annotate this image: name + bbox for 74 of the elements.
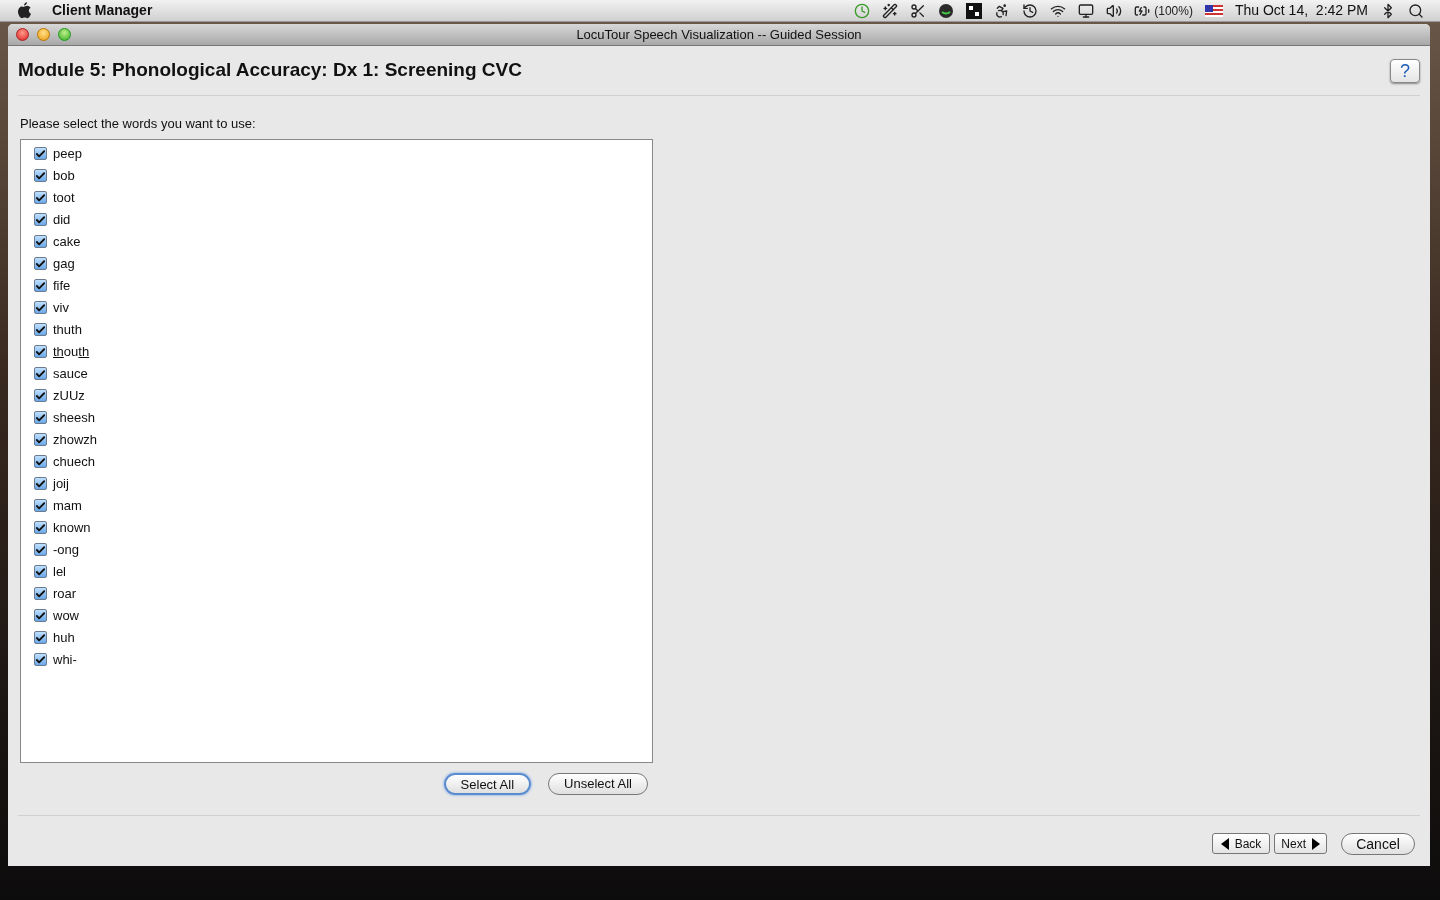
word-checkbox[interactable] <box>34 345 47 358</box>
word-label: thouth <box>53 342 90 361</box>
word-checkbox[interactable] <box>34 455 47 468</box>
battery-percent: (100%) <box>1154 2 1193 20</box>
word-checkbox[interactable] <box>34 477 47 490</box>
word-label: sauce <box>53 364 88 383</box>
word-label: huh <box>53 628 75 647</box>
instruction-text: Please select the words you want to use: <box>20 115 257 133</box>
word-label: zUUz <box>53 386 85 405</box>
word-checkbox[interactable] <box>34 367 47 380</box>
word-label: roar <box>53 584 77 603</box>
display-icon[interactable] <box>1078 2 1095 19</box>
word-label: did <box>53 210 71 229</box>
word-label: joij <box>53 474 69 493</box>
word-checkbox[interactable] <box>34 279 47 292</box>
wand-icon[interactable] <box>882 2 899 19</box>
word-label: bob <box>53 166 75 185</box>
word-checkbox[interactable] <box>34 213 47 226</box>
word-checkbox[interactable] <box>34 521 47 534</box>
list-button[interactable]: Unselect All <box>548 772 648 795</box>
volume-icon[interactable] <box>1106 2 1123 19</box>
window-title: LocuTour Speech Visualization -- Guided Session <box>576 25 862 44</box>
word-checkbox[interactable] <box>34 543 47 556</box>
word-label: cake <box>53 232 81 251</box>
word-checkbox[interactable] <box>34 653 47 666</box>
help-button[interactable]: ? <box>1390 58 1420 83</box>
word-checkbox[interactable] <box>34 257 47 270</box>
module-heading: Module 5: Phonological Accuracy: Dx 1: Screening CVC <box>18 58 522 83</box>
word-label: -ong <box>53 540 80 559</box>
word-checkbox[interactable] <box>34 191 47 204</box>
word-checkbox[interactable] <box>34 301 47 314</box>
history-icon[interactable] <box>1022 2 1039 19</box>
left-triangle-icon <box>1220 837 1229 850</box>
word-checkbox[interactable] <box>34 609 47 622</box>
close-button[interactable] <box>16 28 29 41</box>
word-label: known <box>53 518 91 537</box>
word-label: lel <box>53 562 66 581</box>
word-label: chuech <box>53 452 95 471</box>
clock-icon[interactable] <box>854 2 871 19</box>
app-menu[interactable]: Client Manager <box>52 0 153 21</box>
status-orb-icon[interactable] <box>938 2 955 19</box>
apple-icon[interactable] <box>16 1 32 20</box>
word-label: gag <box>53 254 75 273</box>
word-checkbox[interactable] <box>34 169 47 182</box>
word-checkbox[interactable] <box>34 631 47 644</box>
word-checkbox[interactable] <box>34 411 47 424</box>
word-label: zhowzh <box>53 430 98 449</box>
word-label: peep <box>53 144 82 163</box>
spaces-icon[interactable] <box>966 2 983 19</box>
cancel-button[interactable]: Cancel <box>1341 832 1415 855</box>
word-label: toot <box>53 188 75 207</box>
right-triangle-icon <box>1312 837 1320 850</box>
word-label: fife <box>53 276 71 295</box>
flag-icon[interactable] <box>1204 4 1223 17</box>
menu-clock[interactable]: Thu Oct 14, 2:42 PM <box>1234 0 1368 21</box>
scissors-icon[interactable] <box>910 2 927 19</box>
word-checkbox[interactable] <box>34 323 47 336</box>
search-icon[interactable] <box>1408 2 1424 19</box>
next-button[interactable]: Next <box>1274 833 1327 854</box>
back-button[interactable]: Back <box>1211 833 1271 854</box>
word-label: mam <box>53 496 82 515</box>
word-label: wow <box>53 606 79 625</box>
word-checkbox[interactable] <box>34 587 47 600</box>
word-checkbox[interactable] <box>34 235 47 248</box>
word-label: viv <box>53 298 69 317</box>
word-label: sheesh <box>53 408 95 427</box>
word-label: thuth <box>53 320 82 339</box>
word-label: whi- <box>53 650 77 669</box>
word-checkbox[interactable] <box>34 433 47 446</box>
word-checkbox[interactable] <box>34 499 47 512</box>
word-checkbox[interactable] <box>34 565 47 578</box>
list-button[interactable]: Select All <box>443 772 532 795</box>
word-checkbox[interactable] <box>34 147 47 160</box>
word-checkbox[interactable] <box>34 389 47 402</box>
